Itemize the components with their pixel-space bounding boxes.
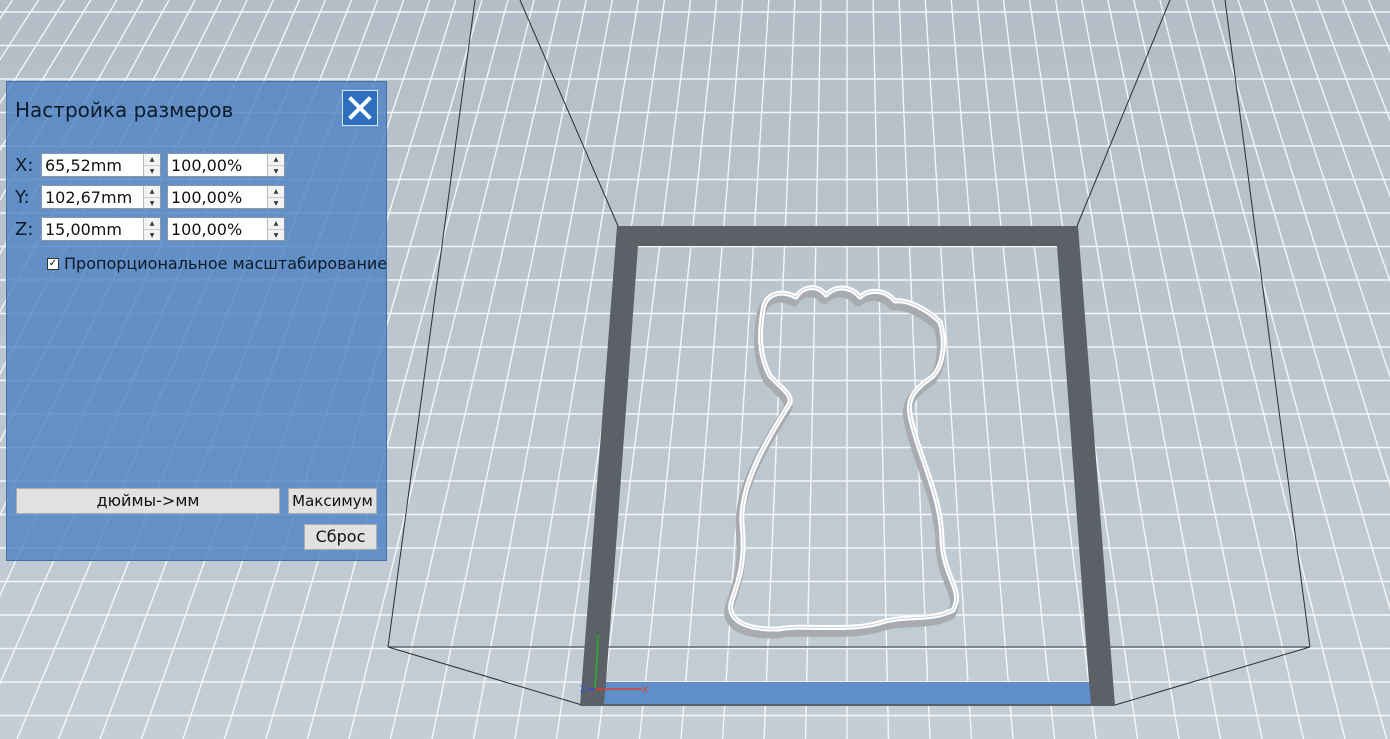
z-size-value[interactable]: 15,00mm — [42, 220, 143, 239]
z-axis-row-label: Z: — [15, 218, 34, 240]
panel-title: Настройка размеров — [15, 98, 234, 122]
scale-settings-panel: Настройка размеров X: 65,52mm ▲ ▼ 100,00%… — [6, 81, 387, 561]
y-size-up-arrow-icon[interactable]: ▲ — [144, 186, 160, 197]
x-percent-up-arrow-icon[interactable]: ▲ — [268, 154, 284, 165]
y-percent-value[interactable]: 100,00% — [168, 188, 267, 207]
z-axis-label: Z — [580, 685, 586, 695]
x-size-value[interactable]: 65,52mm — [42, 156, 143, 175]
z-percent-value[interactable]: 100,00% — [168, 220, 267, 239]
maximum-button[interactable]: Максимум — [288, 488, 377, 514]
y-percent-up-arrow-icon[interactable]: ▲ — [268, 186, 284, 197]
z-size-up-arrow-icon[interactable]: ▲ — [144, 218, 160, 229]
z-percent-up-arrow-icon[interactable]: ▲ — [268, 218, 284, 229]
y-size-down-arrow-icon[interactable]: ▼ — [144, 197, 160, 209]
x-size-down-arrow-icon[interactable]: ▼ — [144, 165, 160, 177]
x-size-up-arrow-icon[interactable]: ▲ — [144, 154, 160, 165]
x-size-row: X: 65,52mm ▲ ▼ 100,00% ▲ ▼ — [15, 152, 285, 178]
x-percent-field[interactable]: 100,00% ▲ ▼ — [167, 153, 285, 177]
x-size-field[interactable]: 65,52mm ▲ ▼ — [41, 153, 161, 177]
reset-button[interactable]: Сброс — [304, 524, 377, 550]
y-size-field[interactable]: 102,67mm ▲ ▼ — [41, 185, 161, 209]
y-size-row: Y: 102,67mm ▲ ▼ 100,00% ▲ ▼ — [15, 184, 285, 210]
y-size-value[interactable]: 102,67mm — [42, 188, 143, 207]
z-size-row: Z: 15,00mm ▲ ▼ 100,00% ▲ ▼ — [15, 216, 285, 242]
x-axis-label: X — [642, 686, 648, 696]
x-axis-row-label: X: — [15, 154, 34, 176]
close-button[interactable] — [342, 90, 378, 126]
close-icon — [348, 96, 372, 120]
proportional-scaling-label: Пропорциональное масштабирование — [64, 254, 388, 273]
z-size-field[interactable]: 15,00mm ▲ ▼ — [41, 217, 161, 241]
z-percent-field[interactable]: 100,00% ▲ ▼ — [167, 217, 285, 241]
z-size-down-arrow-icon[interactable]: ▼ — [144, 229, 160, 241]
y-percent-field[interactable]: 100,00% ▲ ▼ — [167, 185, 285, 209]
z-percent-down-arrow-icon[interactable]: ▼ — [268, 229, 284, 241]
y-axis-label: Y — [594, 634, 601, 644]
y-axis-row-label: Y: — [15, 186, 30, 208]
proportional-scaling-checkbox[interactable]: ✓ — [47, 257, 59, 270]
y-percent-down-arrow-icon[interactable]: ▼ — [268, 197, 284, 209]
x-percent-down-arrow-icon[interactable]: ▼ — [268, 165, 284, 177]
proportional-scaling-option[interactable]: ✓ Пропорциональное масштабирование — [47, 254, 387, 273]
inches-to-mm-button[interactable]: дюймы->мм — [16, 488, 280, 514]
x-percent-value[interactable]: 100,00% — [168, 156, 267, 175]
